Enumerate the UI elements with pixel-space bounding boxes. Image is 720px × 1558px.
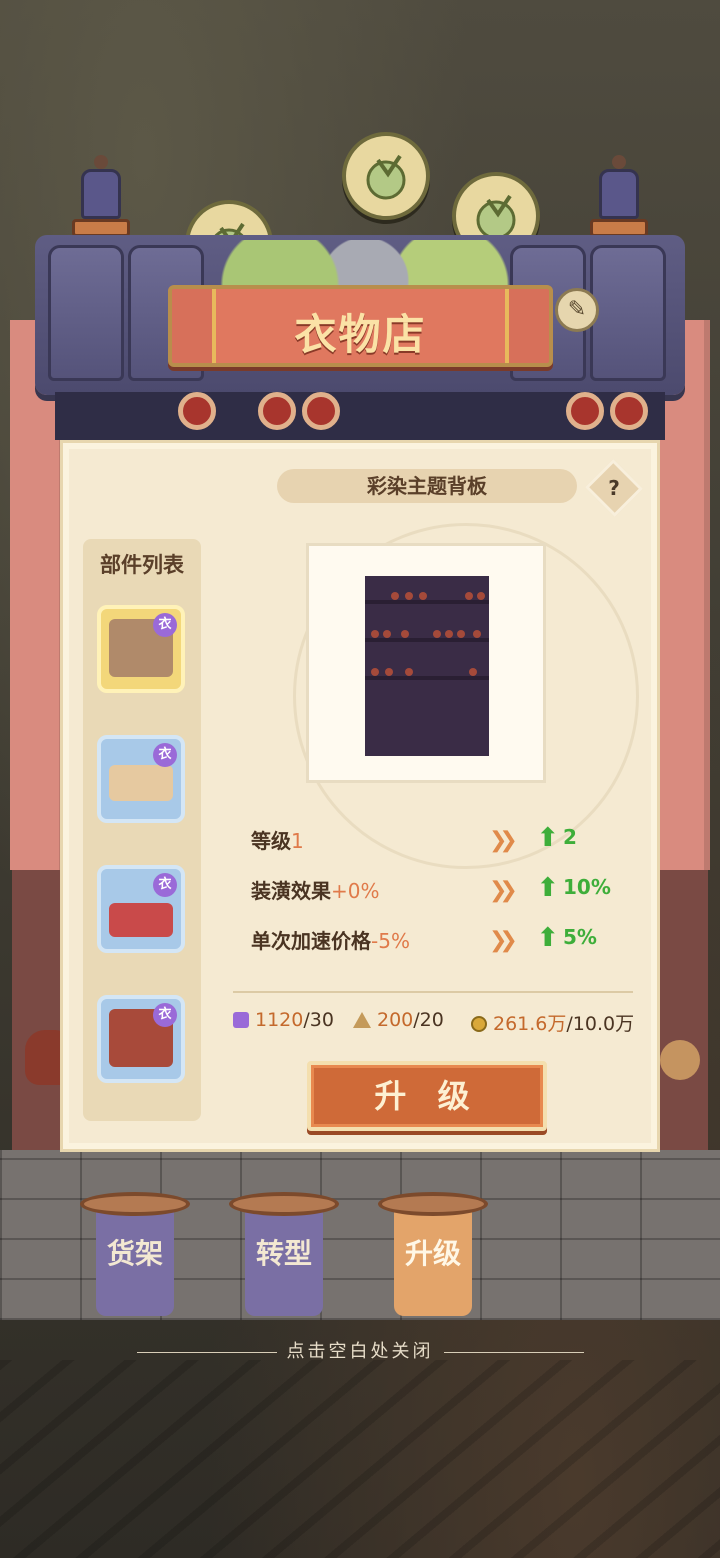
eave-ornament: [302, 392, 340, 430]
backboard-preview-image: [365, 576, 489, 756]
eave-ornament: [610, 392, 648, 430]
question-icon: ?: [608, 476, 620, 500]
upgrade-panel: 彩染主题背板 ? 部件列表 衣 衣 衣 衣 等级1 ❯❯ ⬆ 2 装潢效果+0%…: [60, 440, 660, 1152]
divider: [233, 991, 633, 993]
item-name: 彩染主题背板: [277, 469, 577, 503]
yarn-bubble-icon[interactable]: [342, 132, 430, 220]
help-button[interactable]: ?: [585, 459, 643, 517]
double-chevron-icon: ❯❯: [489, 828, 518, 853]
arrow-up-icon: ⬆: [537, 923, 559, 953]
stat-speedup-price: 单次加速价格-5% ❯❯ ⬆ 5%: [251, 923, 597, 953]
tab-upgrade[interactable]: 升级: [378, 1192, 488, 1317]
roof-tile: [48, 245, 124, 381]
parts-list-title: 部件列表: [100, 553, 184, 577]
tab-upgrade-label: 升级: [404, 1237, 461, 1270]
part-item-counter[interactable]: 衣: [97, 735, 185, 823]
roof-tile: [590, 245, 666, 381]
eave-ornament: [566, 392, 604, 430]
tab-shelf-label: 货架: [106, 1237, 163, 1270]
edit-icon[interactable]: ✎: [555, 288, 599, 332]
stat-level-next: 2: [563, 825, 577, 849]
double-chevron-icon: ❯❯: [489, 928, 518, 953]
parts-list: 部件列表 衣 衣 衣 衣: [83, 539, 201, 1121]
double-chevron-icon: ❯❯: [489, 878, 518, 903]
roof-finial-right: [590, 155, 648, 245]
clothing-badge: 衣: [153, 743, 177, 767]
part-item-rack[interactable]: 衣: [97, 995, 185, 1083]
courtyard-ground: [0, 1360, 720, 1558]
triangle-material-icon: [353, 1012, 371, 1028]
teapot-icon: [660, 1040, 700, 1080]
close-hint[interactable]: 点击空白处关闭: [0, 1337, 720, 1363]
eave-ornament: [178, 392, 216, 430]
clothing-badge: 衣: [153, 873, 177, 897]
cost-material: 200/20: [353, 1009, 444, 1037]
purple-token-icon: [233, 1012, 249, 1028]
eave-ornament: [258, 392, 296, 430]
stat-level: 等级1 ❯❯ ⬆ 2: [251, 823, 577, 853]
cost-coins: 261.6万/10.0万: [471, 1009, 634, 1037]
tab-transform-label: 转型: [255, 1237, 312, 1270]
coin-icon: [471, 1016, 487, 1032]
part-item-decoration[interactable]: 衣: [97, 865, 185, 953]
shop-title: 衣物店: [294, 310, 427, 359]
arrow-up-icon: ⬆: [537, 873, 559, 903]
roof-finial-left: [72, 155, 130, 245]
stat-speedup-next: 5%: [563, 925, 597, 949]
tab-shelf[interactable]: 货架: [80, 1192, 190, 1317]
part-item-backboard[interactable]: 衣: [97, 605, 185, 693]
stat-decoration-effect: 装潢效果+0% ❯❯ ⬆ 10%: [251, 873, 611, 903]
tab-transform[interactable]: 转型: [229, 1192, 339, 1317]
upgrade-button[interactable]: 升 级: [307, 1061, 547, 1131]
shop-title-board: 衣物店: [168, 285, 553, 367]
clothing-badge: 衣: [153, 1003, 177, 1027]
item-preview: [306, 543, 546, 783]
stat-decoration-next: 10%: [563, 875, 611, 899]
clothing-badge: 衣: [153, 613, 177, 637]
arrow-up-icon: ⬆: [537, 823, 559, 853]
cost-token: 1120/30: [233, 1009, 334, 1037]
